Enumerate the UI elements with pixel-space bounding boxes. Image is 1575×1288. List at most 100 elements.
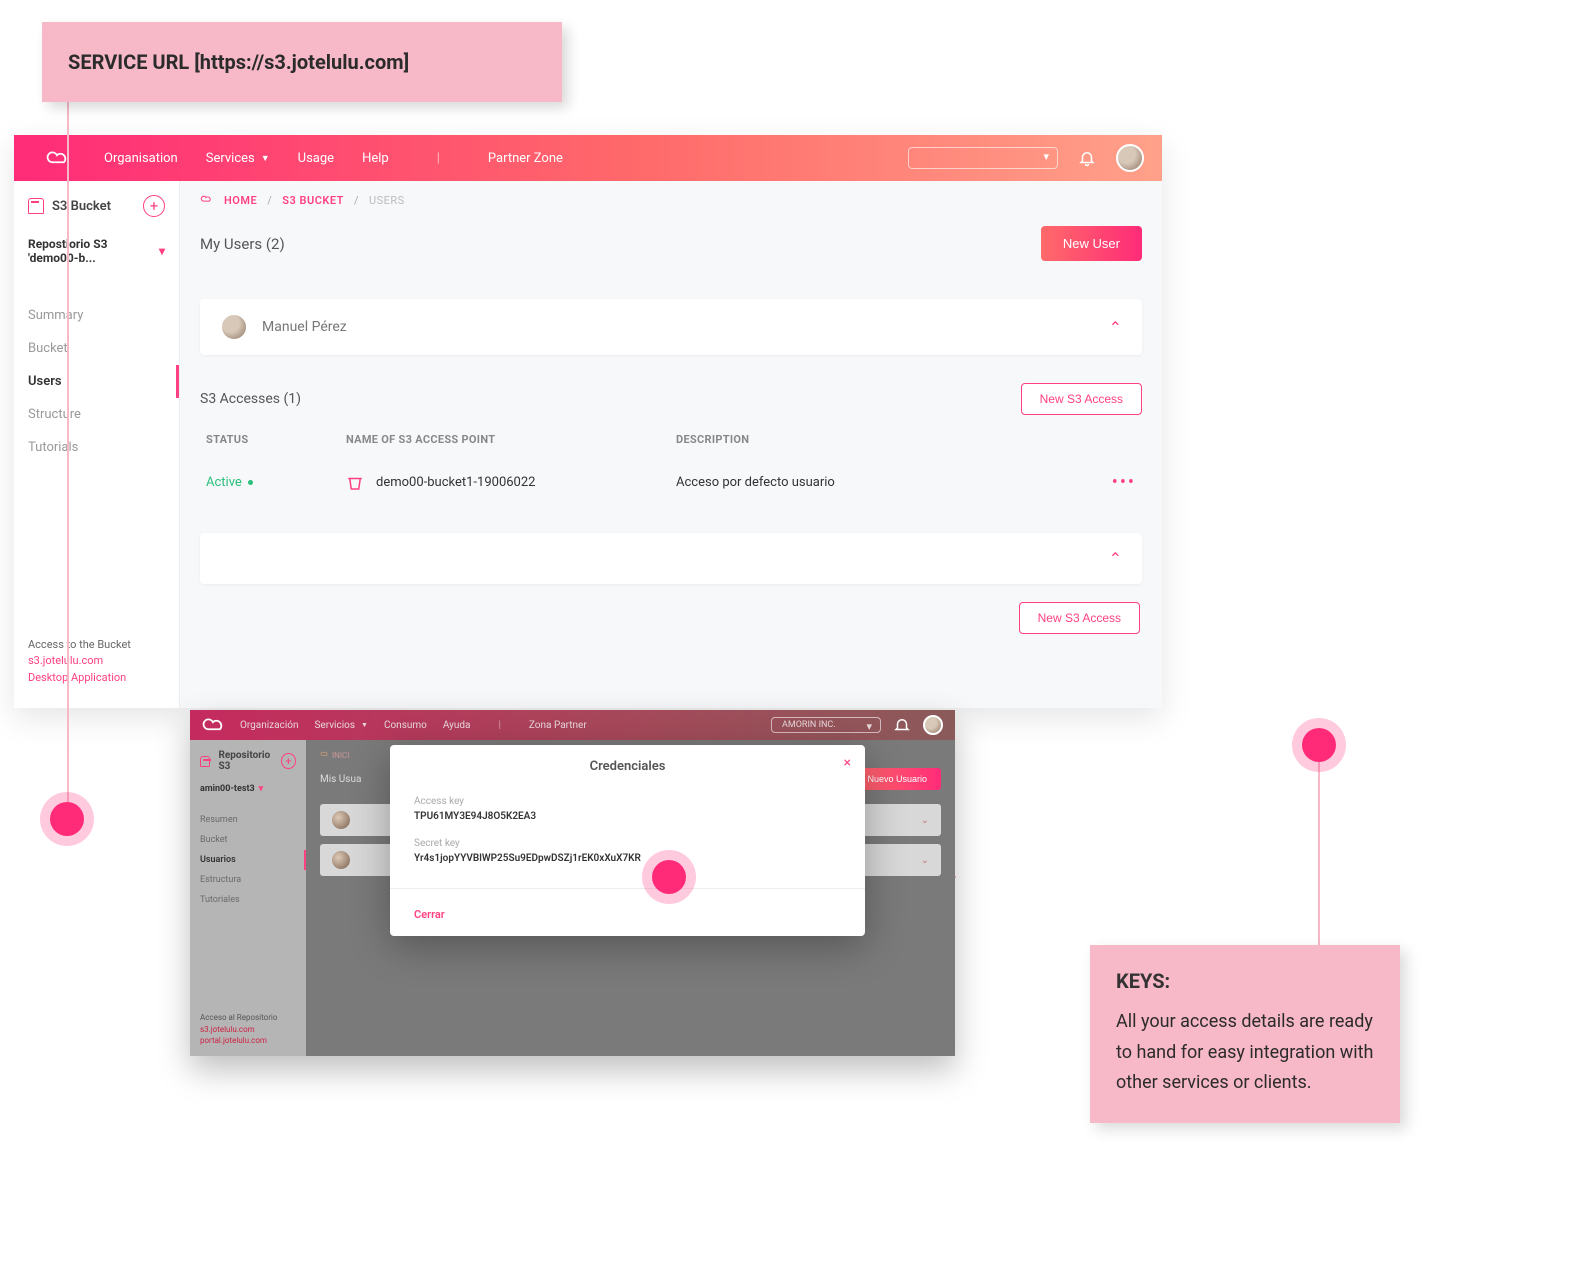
chevron-up-icon[interactable]: ⌃ bbox=[1109, 318, 1122, 337]
nav-organizacion[interactable]: Organización bbox=[240, 720, 298, 731]
callout-keys: KEYS: All your access details are ready … bbox=[1090, 945, 1400, 1123]
breadcrumb-home[interactable]: HOME bbox=[224, 194, 257, 207]
sidebar-footer-link-desktop[interactable]: Desktop Application bbox=[28, 670, 131, 687]
access-section: S3 Accesses (1) New S3 Access STATUS NAM… bbox=[200, 383, 1142, 509]
mini-top-nav: Organización Servicios▼ Consumo Ayuda | … bbox=[190, 710, 955, 740]
more-actions-icon[interactable]: ••• bbox=[1112, 472, 1136, 493]
new-s3-access-button[interactable]: New S3 Access bbox=[1021, 383, 1142, 415]
org-selector[interactable]: AMORIN INC. bbox=[771, 717, 881, 733]
mini-bc-text: INICI bbox=[332, 751, 349, 760]
chevron-up-icon[interactable]: ⌃ bbox=[1109, 549, 1122, 568]
repo-name: amin00-test3 bbox=[200, 784, 255, 794]
nav-consumo[interactable]: Consumo bbox=[384, 720, 427, 731]
sidebar-item-users[interactable]: Users bbox=[14, 365, 179, 398]
user-card-collapsed[interactable]: ⌃ bbox=[200, 533, 1142, 584]
nav-help[interactable]: Help bbox=[362, 151, 389, 166]
sidebar-item-usuarios[interactable]: Usuarios bbox=[190, 850, 306, 870]
sidebar-item-estructura[interactable]: Estructura bbox=[190, 870, 306, 890]
avatar[interactable] bbox=[923, 715, 943, 735]
mini-footer-heading: Acceso al Repositorio bbox=[200, 1012, 277, 1023]
nav-services[interactable]: Services ▼ bbox=[206, 151, 270, 166]
access-heading: S3 Accesses (1) bbox=[200, 391, 301, 407]
home-icon[interactable] bbox=[200, 193, 214, 208]
access-point-name: demo00-bucket1-19006022 bbox=[376, 475, 535, 490]
user-avatar bbox=[220, 313, 248, 341]
repo-selector[interactable]: Repostiorio S3 'demo00-b... ▾ bbox=[14, 229, 179, 279]
main-app-window: Organisation Services ▼ Usage Help | Part… bbox=[14, 135, 1162, 708]
chevron-down-icon[interactable]: ⌄ bbox=[921, 855, 929, 866]
th-desc: DESCRIPTION bbox=[676, 433, 1096, 446]
mini-footer-link2[interactable]: portal.jotelulu.com bbox=[200, 1035, 277, 1046]
chevron-down-icon: ▾ bbox=[159, 244, 165, 258]
sidebar-item-bucket[interactable]: Bucket bbox=[190, 830, 306, 850]
user-name: Manuel Pérez bbox=[262, 319, 347, 335]
sidebar-item-summary[interactable]: Summary bbox=[14, 299, 179, 332]
new-user-button[interactable]: New User bbox=[1041, 226, 1142, 261]
chevron-down-icon: ▾ bbox=[259, 784, 264, 794]
credentials-modal: × Credenciales Access key TPU61MY3E94J8O… bbox=[390, 745, 865, 936]
sidebar-item-tutorials[interactable]: Tutorials bbox=[14, 431, 179, 464]
close-icon[interactable]: × bbox=[844, 755, 851, 771]
annotation-dot bbox=[50, 802, 84, 836]
nav-ayuda[interactable]: Ayuda bbox=[443, 720, 471, 731]
sidebar: S3 Bucket + Repostiorio S3 'demo00-b... ▾… bbox=[14, 181, 180, 708]
annotation-dot bbox=[652, 860, 686, 894]
annotation-dot bbox=[1302, 728, 1336, 762]
bell-icon[interactable] bbox=[1078, 149, 1096, 167]
nav-separator: | bbox=[437, 151, 440, 166]
sidebar-item-structure[interactable]: Structure bbox=[14, 398, 179, 431]
page-title: My Users (2) bbox=[200, 235, 285, 253]
sidebar-item-resumen[interactable]: Resumen bbox=[190, 810, 306, 830]
repo-name: Repostiorio S3 'demo00-b... bbox=[28, 237, 155, 265]
mini-footer-link1[interactable]: s3.jotelulu.com bbox=[200, 1024, 277, 1035]
nav-zona-partner[interactable]: Zona Partner bbox=[529, 720, 587, 731]
sidebar-title: S3 Bucket bbox=[28, 198, 111, 214]
th-name: NAME OF S3 ACCESS POINT bbox=[346, 433, 676, 446]
connector-line bbox=[1318, 762, 1320, 946]
modal-title: Credenciales bbox=[390, 759, 865, 788]
nav-partner-zone[interactable]: Partner Zone bbox=[488, 151, 563, 166]
mini-sidebar-footer: Acceso al Repositorio s3.jotelulu.com po… bbox=[200, 1012, 277, 1046]
new-s3-access-button[interactable]: New S3 Access bbox=[1019, 602, 1140, 634]
org-selector[interactable] bbox=[908, 147, 1058, 169]
repo-selector[interactable]: amin00-test3 ▾ bbox=[190, 780, 306, 798]
connector-line bbox=[67, 102, 69, 807]
access-key-label: Access key bbox=[414, 796, 841, 807]
nav-usage[interactable]: Usage bbox=[298, 151, 334, 166]
chevron-down-icon: ▼ bbox=[261, 153, 270, 164]
avatar[interactable] bbox=[1116, 144, 1144, 172]
add-bucket-button[interactable]: + bbox=[281, 753, 296, 769]
nav-organisation[interactable]: Organisation bbox=[104, 151, 178, 166]
status-badge: Active bbox=[206, 475, 346, 490]
chevron-down-icon[interactable]: ⌄ bbox=[921, 815, 929, 826]
sidebar-item-tutoriales[interactable]: Tutoriales bbox=[190, 890, 306, 910]
access-description: Acceso por defecto usuario bbox=[676, 475, 1096, 490]
chevron-down-icon: ▼ bbox=[361, 721, 368, 729]
sidebar-footer-link-domain[interactable]: s3.jotelulu.com bbox=[28, 653, 131, 670]
breadcrumb-users: USERS bbox=[369, 194, 405, 207]
mini-sidebar-title: Repositorio S3 bbox=[218, 750, 280, 772]
breadcrumb-s3bucket[interactable]: S3 BUCKET bbox=[282, 194, 344, 207]
modal-close-button[interactable]: Cerrar bbox=[414, 908, 445, 921]
bucket-icon bbox=[28, 198, 44, 214]
user-card[interactable]: Manuel Pérez ⌃ bbox=[200, 299, 1142, 355]
top-nav: Organisation Services ▼ Usage Help | Part… bbox=[14, 135, 1162, 181]
table-row: Active demo00-bucket1-19006022 Acceso po… bbox=[200, 456, 1142, 509]
callout-service-url: SERVICE URL [https://s3.jotelulu.com] bbox=[42, 22, 562, 102]
logo[interactable] bbox=[190, 715, 240, 735]
nav-servicios[interactable]: Servicios ▼ bbox=[314, 720, 367, 731]
logo[interactable] bbox=[14, 148, 104, 168]
th-status: STATUS bbox=[206, 433, 346, 446]
sidebar-item-bucket[interactable]: Bucket bbox=[14, 332, 179, 365]
keys-title: KEYS: bbox=[1116, 969, 1374, 993]
nav-separator: | bbox=[498, 720, 500, 731]
breadcrumb-sep: / bbox=[267, 194, 272, 207]
nav-services-label: Services bbox=[206, 151, 255, 166]
bell-icon[interactable] bbox=[893, 716, 911, 734]
add-bucket-button[interactable]: + bbox=[143, 195, 165, 217]
mini-page-title: Mis Usua bbox=[320, 774, 361, 785]
bucket-icon bbox=[346, 474, 364, 492]
nav-servicios-label: Servicios bbox=[314, 720, 355, 731]
nuevo-usuario-button[interactable]: Nuevo Usuario bbox=[853, 768, 941, 790]
keys-body: All your access details are ready to han… bbox=[1116, 1007, 1374, 1099]
